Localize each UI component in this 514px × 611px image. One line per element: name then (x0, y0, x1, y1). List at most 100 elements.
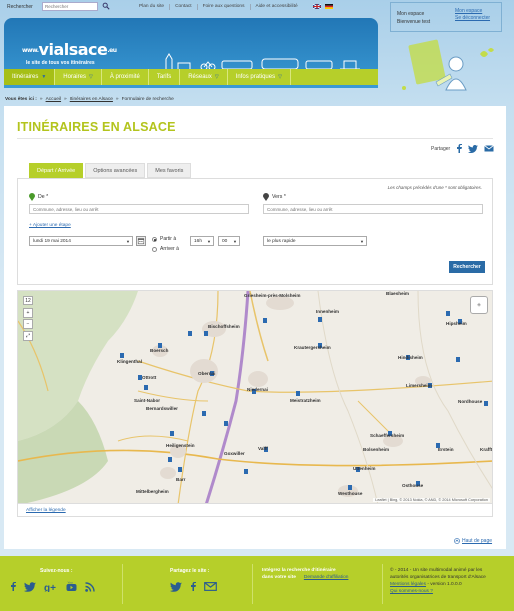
tab-depart-arrivee[interactable]: Départ / Arrivée (29, 163, 84, 178)
map-place-label: Meistratzheim (290, 398, 321, 403)
from-input[interactable] (29, 204, 249, 214)
map-place-label: Limersheim (406, 383, 432, 388)
show-legend-link[interactable]: Afficher la légende (26, 508, 66, 513)
about-block: © - 2014 - Un site multimodal animé par … (390, 568, 486, 594)
email-icon[interactable] (204, 582, 217, 591)
contact-link[interactable]: Contact (170, 4, 198, 10)
main-content: ITINÉRAIRES EN ALSACE Partager Départ / … (4, 106, 506, 549)
zoom-level-indicator: 12 (23, 296, 33, 305)
map-place-label: Goxwiller (224, 451, 245, 456)
nav-tarifs[interactable]: Tarifs (149, 69, 181, 85)
nav-reseaux[interactable]: Réseaux ▽ (180, 69, 228, 85)
utility-links: Plan du site Contact Foire aux questions… (134, 4, 303, 10)
hour-select[interactable]: 16h ▼ (190, 236, 214, 246)
required-fields-note: Les champs précédés d'une * sont obligat… (387, 185, 482, 190)
map-place-label: Innenheim (316, 309, 339, 314)
rss-icon[interactable] (85, 581, 95, 592)
search-tabs: Départ / Arrivée Options avancées Mes fa… (29, 163, 192, 178)
search-input[interactable] (42, 2, 98, 11)
youtube-icon[interactable]: You (66, 581, 77, 592)
nav-itineraires[interactable]: Itinéraires ▼ (4, 69, 56, 85)
svg-text:g+: g+ (44, 583, 56, 592)
email-icon[interactable] (484, 145, 494, 152)
zoom-out-button[interactable]: − (23, 319, 33, 329)
map-place-label: Bolsenheim (363, 447, 390, 452)
title-divider (17, 138, 493, 139)
account-box: Mon espace Bienvenue test Mon espace Se … (390, 2, 502, 32)
top-utility-bar: Rechercher Plan du site Contact Foire au… (0, 0, 390, 14)
back-to-top[interactable]: Haut de page (454, 538, 492, 544)
map-place-label: Westhouse (338, 491, 363, 496)
dropdown-caret-icon: ▼ (41, 74, 47, 80)
my-space-link[interactable]: Mon espace (455, 8, 482, 14)
itinerary-form: Les champs précédés d'une * sont obligat… (17, 178, 493, 285)
facebook-icon[interactable] (456, 144, 463, 153)
breadcrumb-section[interactable]: Itinéraires en Alsace (70, 97, 113, 102)
affiliation-request-link[interactable]: Demande d'affiliation (304, 575, 349, 580)
minute-select[interactable]: 00 ▼ (218, 236, 240, 246)
map-place-label: Klingenthal (117, 359, 143, 364)
nav-a-proximite[interactable]: À proximité (102, 69, 149, 85)
faq-link[interactable]: Foire aux questions (198, 4, 251, 10)
route-mode-select[interactable]: le plus rapide ▼ (263, 236, 367, 246)
map-place-label: Osthouse (402, 483, 424, 488)
depart-at-label: Partir à (160, 236, 177, 242)
search-button[interactable]: Rechercher (449, 261, 485, 273)
to-label: Vers * (272, 194, 286, 200)
map-place-label: Niedernai (247, 387, 268, 392)
map-place-label: Saint-Nabor (134, 398, 161, 403)
follow-us-title: Suivez-nous : (40, 568, 73, 574)
map-place-label: Hipsheim (446, 321, 467, 326)
svg-text:You: You (68, 581, 73, 585)
nav-infos-pratiques[interactable]: Infos pratiques ▽ (228, 69, 291, 85)
to-input[interactable] (263, 204, 483, 214)
twitter-icon[interactable] (24, 581, 36, 592)
map-place-label: Obernai (198, 371, 216, 376)
main-navigation: Itinéraires ▼ Horaires ▽ À proximité Tarif… (4, 69, 378, 85)
map-place-label: Schaeffersheim (370, 433, 405, 438)
flag-en-icon[interactable] (313, 4, 321, 9)
sitemap-link[interactable]: Plan du site (134, 4, 171, 10)
twitter-icon[interactable] (468, 144, 479, 153)
route-map[interactable]: Griesheim-près-Molsheim Innenheim Bischo… (17, 290, 493, 504)
google-plus-icon[interactable]: g+ (44, 582, 58, 592)
search-icon[interactable] (102, 2, 110, 10)
site-logo[interactable]: www.vialsace.eu (22, 40, 117, 59)
tab-advanced-options[interactable]: Options avancées (85, 163, 146, 178)
map-place-label: Heiligenstein (166, 443, 195, 448)
nav-horaires[interactable]: Horaires ▽ (55, 69, 102, 85)
chevron-down-icon: ▼ (207, 239, 211, 244)
twitter-icon[interactable] (170, 581, 182, 592)
tab-favorites[interactable]: Mes favoris (147, 163, 192, 178)
map-place-label: Boersch (150, 348, 169, 353)
chevron-down-icon: ▼ (126, 239, 130, 244)
accessibility-link[interactable]: Aide et accessibilité (251, 4, 303, 10)
layers-icon[interactable]: ◈ (470, 296, 488, 314)
legend-bar: Afficher la légende (17, 504, 493, 517)
calendar-icon[interactable] (136, 236, 146, 246)
site-tagline: le site de tous vos itinéraires (26, 60, 95, 66)
arrive-at-radio[interactable] (152, 247, 157, 252)
depart-at-radio[interactable] (152, 237, 157, 242)
map-place-label: Barr (176, 477, 186, 482)
about-us-link[interactable]: Qui sommes-nous ? (390, 589, 433, 594)
add-step-link[interactable]: + Ajouter une étape (29, 223, 71, 228)
map-place-label: Krautergersheim (294, 345, 331, 350)
legal-notice-link[interactable]: Mentions légales (390, 582, 426, 587)
mascot-illustration (402, 39, 494, 91)
breadcrumb-current: Formulaire de recherche (121, 97, 174, 102)
logout-link[interactable]: Se déconnecter (455, 15, 490, 21)
arrive-at-label: Arriver à (160, 246, 179, 252)
date-select[interactable]: lundi 19 mai 2014 ▼ (29, 236, 133, 246)
facebook-icon[interactable] (190, 581, 196, 592)
dropdown-caret-icon: ▽ (214, 74, 219, 80)
share-site-title: Partagez le site : (170, 568, 210, 574)
fullscreen-icon[interactable]: ⤢ (23, 331, 33, 341)
language-flags (313, 4, 333, 9)
breadcrumb-home[interactable]: Accueil (46, 97, 61, 102)
chevron-down-icon: ▼ (233, 239, 237, 244)
flag-de-icon[interactable] (325, 4, 333, 9)
map-place-label: Hindisheim (398, 355, 423, 360)
zoom-in-button[interactable]: + (23, 308, 33, 318)
facebook-icon[interactable] (10, 581, 16, 592)
